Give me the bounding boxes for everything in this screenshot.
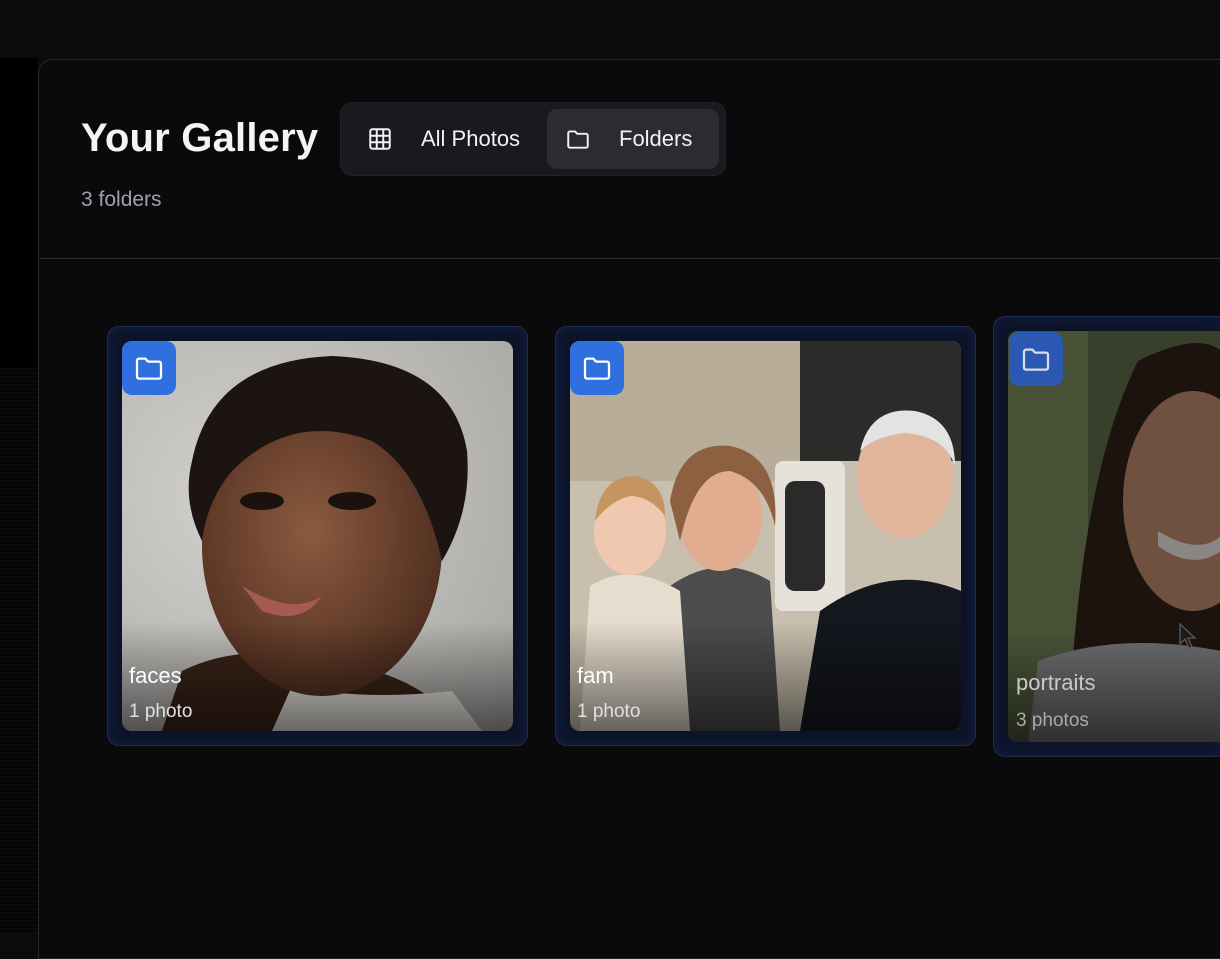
- all-photos-label: All Photos: [421, 126, 521, 151]
- all-photos-tab[interactable]: All Photos: [347, 109, 543, 169]
- folders-label: Folders: [619, 126, 693, 151]
- folder-name: faces: [129, 663, 182, 688]
- folder-count: 3 folders: [81, 188, 162, 211]
- folder-photo-count: 3 photos: [1016, 710, 1089, 731]
- grid-icon: [367, 126, 393, 152]
- folder-cover-photo: [570, 341, 961, 731]
- mouse-cursor-icon: [1178, 622, 1198, 650]
- folders-tab[interactable]: Folders: [547, 109, 719, 169]
- folder-photo-count: 1 photo: [577, 701, 641, 722]
- page-title: Your Gallery: [81, 116, 319, 160]
- folder-name: portraits: [1016, 670, 1096, 695]
- folder-badge: [122, 341, 176, 395]
- folder-icon: [1020, 343, 1052, 375]
- folder-icon: [581, 352, 613, 384]
- sidebar-edge: [0, 58, 38, 932]
- folder-card-fam[interactable]: fam 1 photo: [555, 326, 976, 746]
- folder-name: fam: [577, 663, 614, 688]
- folder-badge: [570, 341, 624, 395]
- folder-card-faces[interactable]: faces 1 photo: [107, 326, 528, 746]
- gallery-header: Your Gallery 3 folders All Photos Folder…: [39, 60, 1220, 259]
- view-toggle: All Photos Folders: [340, 102, 726, 176]
- folder-badge: [1009, 332, 1063, 386]
- folder-photo-count: 1 photo: [129, 701, 193, 722]
- folder-icon: [565, 126, 591, 152]
- folder-icon: [133, 352, 165, 384]
- top-bar: [0, 0, 1220, 58]
- folder-card-portraits[interactable]: portraits 3 photos: [993, 316, 1220, 757]
- sidebar-edge-lower: [0, 368, 38, 932]
